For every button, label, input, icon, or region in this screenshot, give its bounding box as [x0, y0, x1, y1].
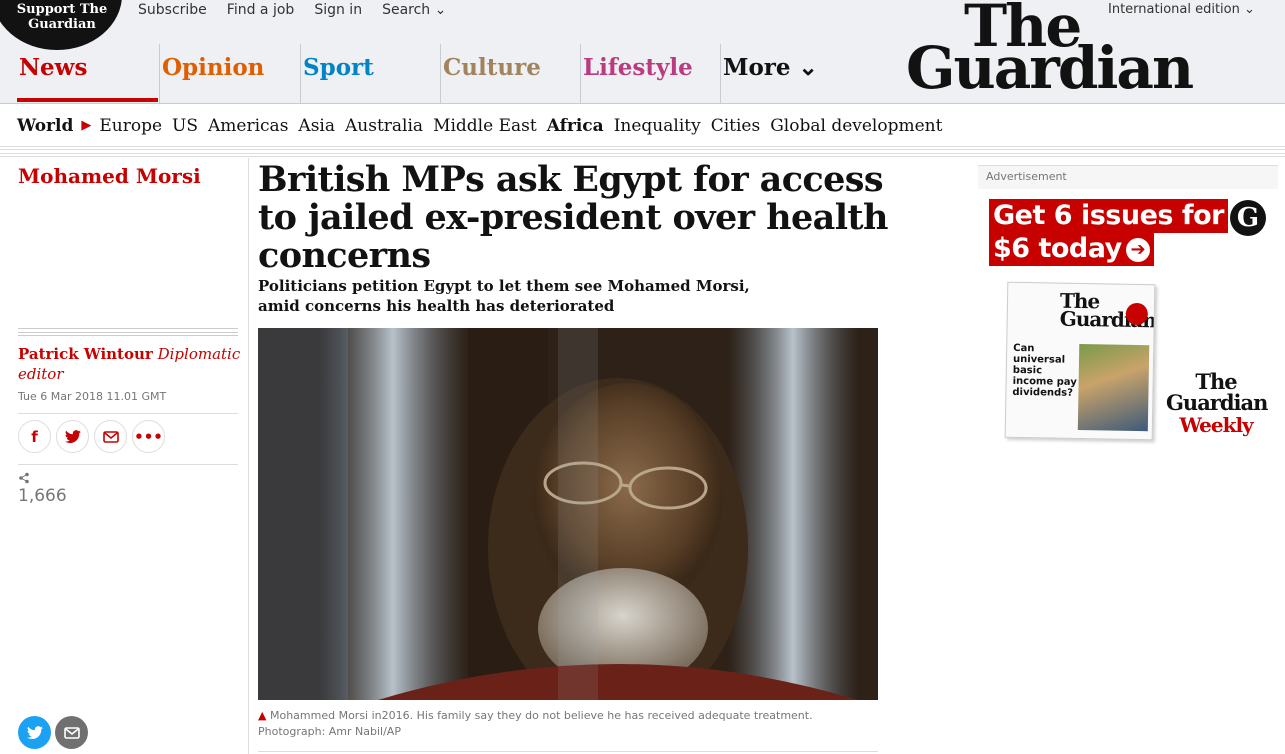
twitter-share-button[interactable] [18, 716, 51, 749]
facebook-share-button[interactable]: f [18, 420, 51, 453]
divider [18, 413, 238, 414]
site-header: Support The Guardian Subscribe Find a jo… [0, 0, 1285, 104]
divider [0, 149, 1285, 157]
article-main-image[interactable] [258, 328, 878, 700]
section-subnav: World ▶ Europe US Americas Asia Australi… [0, 105, 1285, 147]
divider [258, 751, 878, 752]
image-caption: ▲ Mohammed Morsi in2016. His family say … [258, 708, 878, 740]
pillar-culture[interactable]: Culture [440, 44, 580, 104]
share-count: 1,666 [18, 486, 67, 506]
email-share-button[interactable] [55, 716, 88, 749]
subnav-us[interactable]: US [172, 116, 198, 136]
morsi-photo [258, 328, 878, 700]
subnav-europe[interactable]: Europe [99, 116, 162, 136]
magazine-cover-image[interactable]: The Guardian Can universal basic income p… [1004, 281, 1156, 441]
subnav-arrow-icon: ▶ [81, 118, 92, 133]
email-icon [63, 726, 80, 739]
meta-divider [18, 328, 238, 336]
pillar-news[interactable]: News [17, 44, 158, 102]
ad-label: Advertisement [978, 165, 1278, 189]
caption-text: Mohammed Morsi in2016. His family say th… [258, 709, 813, 738]
subscribe-link[interactable]: Subscribe [138, 2, 207, 18]
pillar-sport[interactable]: Sport [300, 44, 440, 104]
more-share-button[interactable]: ••• [132, 420, 165, 453]
facebook-icon: f [31, 427, 38, 446]
divider [18, 464, 238, 465]
support-link[interactable]: Support The Guardian [10, 2, 114, 32]
subnav-middle-east[interactable]: Middle East [433, 116, 537, 136]
email-icon [102, 430, 119, 443]
subnav-global-development[interactable]: Global development [770, 116, 942, 136]
ad-headline-2[interactable]: $6 today ➔ [989, 232, 1154, 266]
search-link[interactable]: Search ⌄ [382, 2, 446, 18]
pillar-lifestyle[interactable]: Lifestyle [580, 44, 720, 104]
pillar-opinion[interactable]: Opinion [159, 44, 301, 104]
subnav-asia[interactable]: Asia [298, 116, 335, 136]
cash-pocket-image [1077, 343, 1150, 432]
guardian-weekly-logo[interactable]: The Guardian Weekly [1166, 369, 1268, 437]
twitter-icon [26, 725, 43, 739]
share-buttons: f ••• [18, 420, 165, 453]
weekly-logo-line-1: The [1195, 369, 1237, 394]
twitter-icon [64, 429, 81, 443]
subnav-americas[interactable]: Americas [208, 116, 288, 136]
find-job-link[interactable]: Find a job [227, 2, 295, 18]
ad-headline-1[interactable]: Get 6 issues for [989, 199, 1228, 233]
sign-in-link[interactable]: Sign in [314, 2, 362, 18]
article-standfirst: Politicians petition Egypt to let them s… [258, 277, 750, 315]
caption-triangle-icon: ▲ [258, 709, 267, 722]
guardian-roundel-icon: G [1230, 200, 1266, 236]
magazine-headline: Can universal basic income pay dividends… [1012, 342, 1077, 399]
article-headline: British MPs ask Egypt for access to jail… [258, 159, 888, 276]
top-links: Subscribe Find a job Sign in Search ⌄ [138, 2, 446, 18]
subnav-cities[interactable]: Cities [711, 116, 761, 136]
logo-line-2: Guardian [906, 34, 1194, 102]
email-share-button[interactable] [94, 420, 127, 453]
subnav-africa[interactable]: Africa [547, 116, 604, 136]
publish-date: Tue 6 Mar 2018 11.01 GMT [18, 390, 167, 403]
twitter-share-button[interactable] [56, 420, 89, 453]
pillar-more[interactable]: More ⌄ [720, 44, 818, 104]
subnav-inequality[interactable]: Inequality [614, 116, 701, 136]
author-link[interactable]: Patrick Wintour [18, 345, 153, 363]
arrow-right-icon: ➔ [1125, 237, 1150, 262]
series-label[interactable]: Mohamed Morsi [18, 164, 201, 188]
subnav-australia[interactable]: Australia [345, 116, 423, 136]
share-icon [18, 472, 30, 487]
subnav-world[interactable]: World [17, 116, 73, 136]
weekly-logo-line-2: Guardian [1166, 390, 1268, 415]
byline: Patrick Wintour Diplomatic editor [18, 344, 243, 384]
ad-offer-text: $6 today [993, 233, 1122, 264]
more-icon: ••• [134, 427, 163, 446]
column-divider [248, 158, 249, 754]
sticky-share-buttons [18, 716, 88, 749]
weekly-logo-line-3: Weekly [1179, 413, 1253, 437]
edition-selector[interactable]: International edition ⌄ [1108, 2, 1255, 17]
